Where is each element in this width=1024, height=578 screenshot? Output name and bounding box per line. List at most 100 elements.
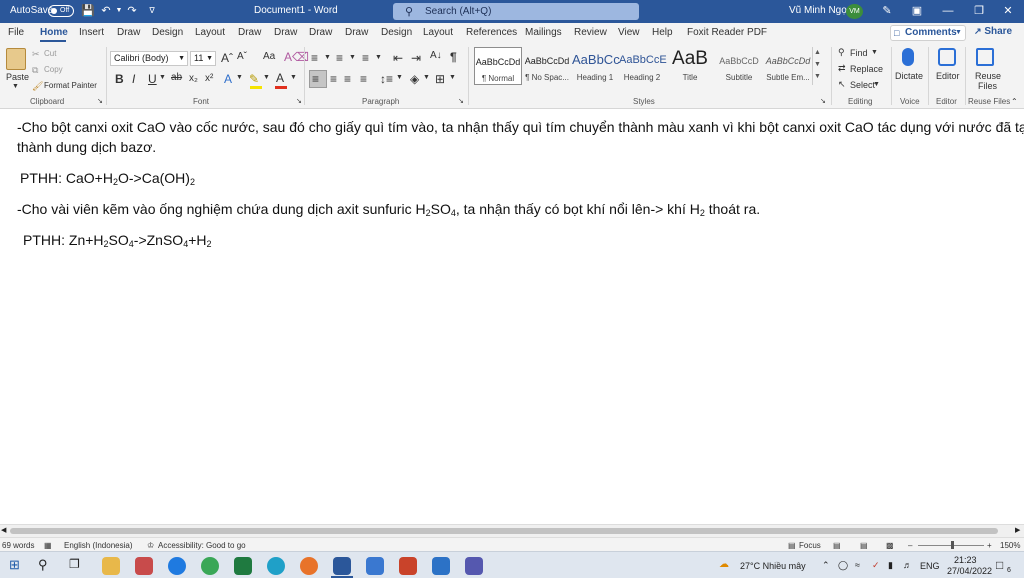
style-subtitle[interactable]: AaBbCcD Subtitle bbox=[715, 47, 763, 85]
close-icon[interactable]: ✕ bbox=[1001, 4, 1015, 18]
weather-status[interactable]: 27°C Nhiều mây bbox=[740, 561, 806, 571]
zoom-in-icon[interactable]: + bbox=[987, 541, 992, 550]
language-status[interactable]: English (Indonesia) bbox=[64, 541, 132, 550]
tab-design-1[interactable]: Design bbox=[152, 27, 183, 38]
clipboard-launcher-icon[interactable]: ↘ bbox=[97, 97, 103, 105]
style-heading-1[interactable]: AaBbCc Heading 1 bbox=[572, 47, 620, 85]
tab-help[interactable]: Help bbox=[652, 27, 673, 38]
styles-gallery-scroll[interactable]: ▲ ▼ ▼ bbox=[812, 47, 822, 85]
zoom-out-icon[interactable]: – bbox=[908, 541, 912, 550]
tab-draw-1[interactable]: Draw bbox=[117, 27, 140, 38]
chat-icon[interactable] bbox=[366, 557, 384, 575]
tab-file[interactable]: File bbox=[8, 27, 24, 38]
undo-icon[interactable]: ↶ bbox=[99, 4, 113, 18]
underline-dropdown-icon[interactable]: ▼ bbox=[159, 74, 166, 81]
horizontal-scrollbar[interactable]: ◀ ▶ bbox=[0, 524, 1024, 537]
superscript-icon[interactable]: x² bbox=[205, 73, 213, 84]
customize-toolbar-icon[interactable]: ∇ bbox=[145, 4, 159, 18]
tab-review[interactable]: Review bbox=[574, 27, 607, 38]
italic-icon[interactable]: I bbox=[132, 72, 135, 86]
reuse-files-icon[interactable] bbox=[976, 48, 994, 66]
borders-dropdown-icon[interactable]: ▼ bbox=[449, 74, 456, 81]
copy-button[interactable]: Copy bbox=[44, 65, 63, 74]
print-layout-icon[interactable]: ▤ bbox=[860, 541, 868, 550]
tab-draw-3[interactable]: Draw bbox=[274, 27, 297, 38]
subscript-icon[interactable]: x₂ bbox=[189, 73, 198, 84]
align-center-icon[interactable]: ≡ bbox=[330, 72, 337, 86]
word-icon[interactable] bbox=[333, 557, 351, 575]
input-language[interactable]: ENG bbox=[920, 561, 940, 571]
paragraph-1-line-2[interactable]: thành dung dịch bazơ. bbox=[17, 139, 156, 155]
style-heading-2[interactable]: AaBbCcE Heading 2 bbox=[619, 47, 667, 85]
bullets-dropdown-icon[interactable]: ▼ bbox=[324, 54, 331, 61]
tab-draw-2[interactable]: Draw bbox=[238, 27, 261, 38]
highlight-icon[interactable]: ✎ bbox=[249, 72, 259, 86]
notification-icon[interactable]: □ bbox=[996, 558, 1003, 572]
find-button[interactable]: Find bbox=[850, 48, 868, 58]
paragraph-2[interactable]: -Cho vài viên kẽm vào ống nghiệm chứa du… bbox=[17, 201, 760, 218]
tab-insert[interactable]: Insert bbox=[79, 27, 104, 38]
wifi-icon[interactable]: ≈ bbox=[855, 560, 860, 570]
line-spacing-dropdown-icon[interactable]: ▼ bbox=[396, 74, 403, 81]
line-spacing-icon[interactable]: ↕≡ bbox=[380, 72, 393, 86]
proofing-icon[interactable]: ▦ bbox=[44, 541, 52, 550]
tab-foxit-reader-pdf[interactable]: Foxit Reader PDF bbox=[687, 27, 767, 38]
focus-button[interactable]: Focus bbox=[799, 541, 821, 550]
firefox-icon[interactable] bbox=[300, 557, 318, 575]
redo-icon[interactable]: ↷ bbox=[125, 4, 139, 18]
cut-button[interactable]: Cut bbox=[44, 49, 56, 58]
tab-design-2[interactable]: Design bbox=[381, 27, 412, 38]
paste-icon[interactable] bbox=[6, 48, 26, 70]
minimize-icon[interactable]: — bbox=[941, 4, 955, 18]
teams-icon[interactable] bbox=[465, 557, 483, 575]
windows-start-icon[interactable]: ⊞ bbox=[9, 557, 20, 573]
clear-formatting-icon[interactable]: A⌫ bbox=[284, 50, 309, 64]
web-layout-icon[interactable]: ▩ bbox=[886, 541, 894, 550]
grow-font-icon[interactable]: Aˆ bbox=[221, 51, 233, 65]
undo-dropdown-icon[interactable]: ▼ bbox=[112, 4, 126, 18]
scrollbar-thumb[interactable] bbox=[10, 528, 998, 534]
tab-draw-4[interactable]: Draw bbox=[309, 27, 332, 38]
style-subtle-emphasis[interactable]: AaBbCcDd Subtle Em... bbox=[764, 47, 812, 85]
highlight-dropdown-icon[interactable]: ▼ bbox=[263, 74, 270, 81]
align-right-icon[interactable]: ≡ bbox=[344, 72, 351, 86]
font-name-combo[interactable]: Calibri (Body) ▼ bbox=[110, 51, 188, 66]
reuse-files-line1[interactable]: Reuse bbox=[975, 71, 1001, 81]
clock-time[interactable]: 21:23 bbox=[954, 555, 977, 565]
change-case-icon[interactable]: Aa bbox=[263, 51, 275, 62]
save-icon[interactable]: 💾 bbox=[81, 4, 95, 18]
network-icon[interactable]: ◯ bbox=[838, 560, 848, 571]
borders-icon[interactable]: ⊞ bbox=[435, 72, 445, 86]
text-effects-dropdown-icon[interactable]: ▼ bbox=[236, 74, 243, 81]
bold-icon[interactable]: B bbox=[115, 72, 124, 86]
ribbon-display-icon[interactable]: ▣ bbox=[910, 4, 924, 18]
justify-icon[interactable]: ≡ bbox=[360, 72, 367, 86]
select-button[interactable]: Select bbox=[850, 80, 875, 90]
style-normal[interactable]: AaBbCcDd ¶ Normal bbox=[474, 47, 522, 85]
paragraph-1-line-1[interactable]: -Cho bột canxi oxit CaO vào cốc nước, sa… bbox=[17, 119, 1024, 135]
user-name[interactable]: Vũ Minh Ngọc bbox=[789, 5, 852, 16]
equation-1[interactable]: PTHH: CaO+H2O->Ca(OH)2 bbox=[20, 170, 195, 187]
tab-home[interactable]: Home bbox=[40, 27, 68, 38]
pen-icon[interactable]: ✎ bbox=[880, 4, 894, 18]
styles-launcher-icon[interactable]: ↘ bbox=[820, 97, 826, 105]
maximize-icon[interactable]: ❐ bbox=[972, 4, 986, 18]
search-icon[interactable]: ⚲ bbox=[38, 557, 48, 573]
tab-view[interactable]: View bbox=[618, 27, 640, 38]
style-title[interactable]: AaB Title bbox=[666, 47, 714, 85]
microphone-icon[interactable] bbox=[902, 48, 914, 66]
numbering-dropdown-icon[interactable]: ▼ bbox=[349, 54, 356, 61]
scroll-left-icon[interactable]: ◀ bbox=[1, 526, 6, 534]
edge-icon[interactable] bbox=[267, 557, 285, 575]
editor-icon[interactable] bbox=[938, 48, 956, 66]
editor-button[interactable]: Editor bbox=[936, 71, 960, 81]
autosave-toggle[interactable]: Off bbox=[48, 5, 74, 17]
scroll-right-icon[interactable]: ▶ bbox=[1015, 526, 1020, 534]
format-painter-button[interactable]: Format Painter bbox=[44, 81, 97, 90]
paste-button[interactable]: Paste bbox=[6, 72, 29, 82]
volume-icon[interactable]: ♬ bbox=[903, 560, 912, 570]
decrease-indent-icon[interactable]: ⇤ bbox=[393, 51, 403, 65]
select-dropdown-icon[interactable]: ▼ bbox=[873, 81, 880, 88]
word-count[interactable]: 69 words bbox=[2, 541, 34, 550]
collapse-ribbon-icon[interactable]: ⌃ bbox=[1011, 97, 1018, 106]
